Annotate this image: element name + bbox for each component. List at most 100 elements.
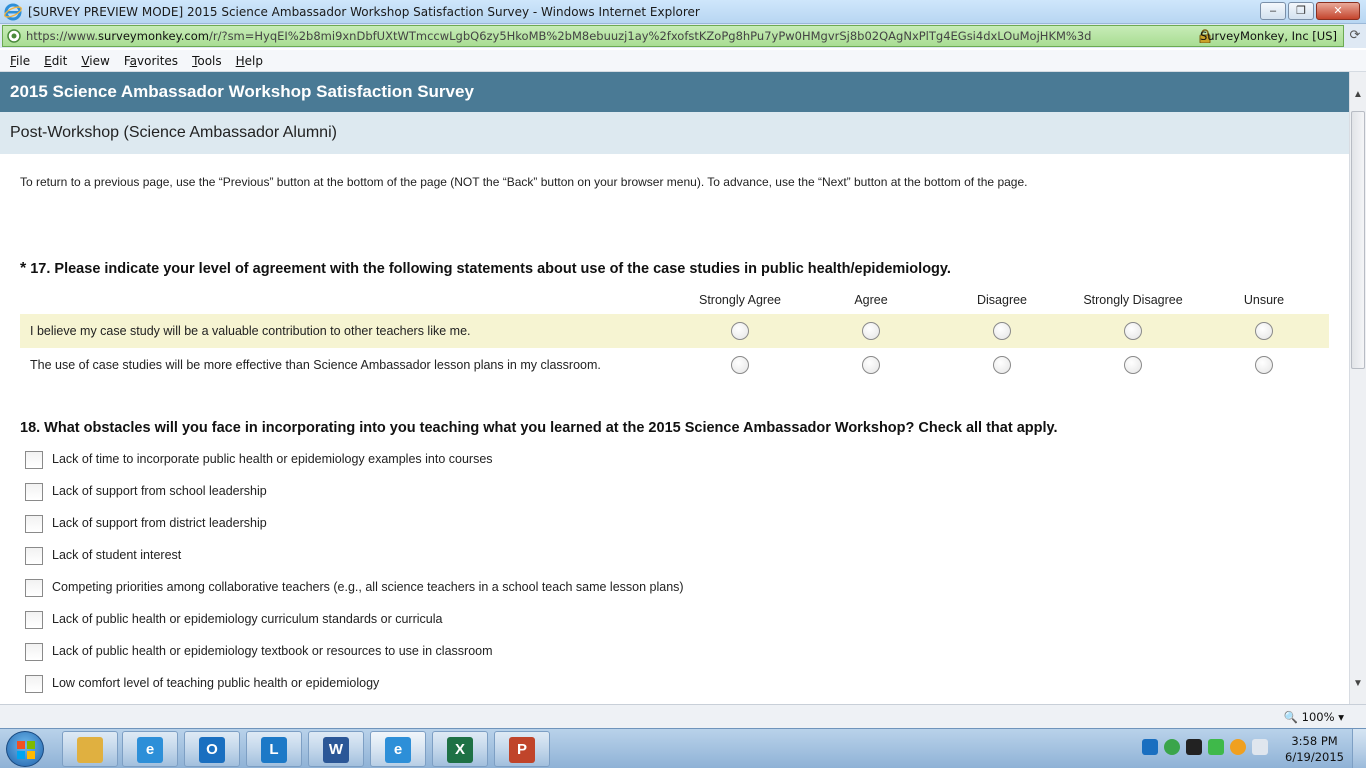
column-strongly-disagree: Strongly Disagree bbox=[1083, 293, 1183, 307]
scroll-down-icon[interactable]: ▼ bbox=[1350, 675, 1366, 692]
checkbox-label[interactable]: Competing priorities among collaborative… bbox=[52, 580, 684, 594]
outlook-icon: O bbox=[199, 737, 225, 763]
taskbar: e O L W e X P 3:58 PM 6/19/2015 bbox=[0, 728, 1366, 768]
column-strongly-agree: Strongly Agree bbox=[699, 293, 781, 307]
window-title: [SURVEY PREVIEW MODE] 2015 Science Ambas… bbox=[28, 4, 700, 19]
checkbox[interactable] bbox=[25, 579, 43, 597]
radio-strongly-agree[interactable] bbox=[731, 322, 749, 340]
page-viewport: 2015 Science Ambassador Workshop Satisfa… bbox=[0, 72, 1349, 704]
checkbox-label[interactable]: Lack of public health or epidemiology cu… bbox=[52, 612, 442, 626]
checkbox[interactable] bbox=[25, 483, 43, 501]
certificate-identity[interactable]: SurveyMonkey, Inc [US] bbox=[1200, 29, 1337, 43]
powerpoint-icon: P bbox=[509, 737, 535, 763]
window-title-bar[interactable]: [SURVEY PREVIEW MODE] 2015 Science Ambas… bbox=[0, 0, 1366, 24]
check-tray-icon[interactable] bbox=[1208, 739, 1224, 755]
checkbox-label[interactable]: Lack of student interest bbox=[52, 548, 181, 562]
menu-edit[interactable]: Edit bbox=[44, 54, 67, 68]
address-bar[interactable]: https://www.surveymonkey.com/r/?sm=HyqEI… bbox=[2, 25, 1344, 47]
taskbar-internet-explorer-active[interactable]: e bbox=[370, 731, 426, 767]
radio-disagree[interactable] bbox=[993, 356, 1011, 374]
taskbar-excel[interactable]: X bbox=[432, 731, 488, 767]
radio-agree[interactable] bbox=[862, 322, 880, 340]
checkbox-label[interactable]: Lack of support from district leadership bbox=[52, 516, 267, 530]
clock-date: 6/19/2015 bbox=[1285, 750, 1344, 764]
checkbox[interactable] bbox=[25, 451, 43, 469]
taskbar-file-explorer[interactable] bbox=[62, 731, 118, 767]
restore-button[interactable]: ❐ bbox=[1288, 2, 1314, 20]
survey-title: 2015 Science Ambassador Workshop Satisfa… bbox=[10, 82, 474, 101]
checkbox-label[interactable]: Lack of support from school leadership bbox=[52, 484, 267, 498]
question-18-title: 18. What obstacles will you face in inco… bbox=[20, 420, 1058, 436]
clock-time: 3:58 PM bbox=[1291, 734, 1338, 748]
internet-explorer-icon: e bbox=[385, 737, 411, 763]
column-unsure: Unsure bbox=[1243, 293, 1285, 307]
taskbar-word[interactable]: W bbox=[308, 731, 364, 767]
folder-icon bbox=[77, 737, 103, 763]
scroll-thumb[interactable] bbox=[1351, 111, 1365, 369]
navigation-instructions: To return to a previous page, use the “P… bbox=[20, 175, 1028, 189]
windows-logo-icon bbox=[17, 741, 35, 759]
column-agree: Agree bbox=[854, 293, 888, 307]
radio-unsure[interactable] bbox=[1255, 356, 1273, 374]
menu-file[interactable]: File bbox=[10, 54, 30, 68]
radio-agree[interactable] bbox=[862, 356, 880, 374]
page-subheader: Post-Workshop (Science Ambassador Alumni… bbox=[0, 112, 1349, 154]
media-tray-icon[interactable] bbox=[1186, 739, 1202, 755]
sync-tray-icon[interactable] bbox=[1164, 739, 1180, 755]
matrix-row: The use of case studies will be more eff… bbox=[20, 348, 1329, 382]
menu-bar: File Edit View Favorites Tools Help bbox=[0, 50, 1366, 72]
word-icon: W bbox=[323, 737, 349, 763]
menu-favorites[interactable]: Favorites bbox=[124, 54, 178, 68]
menu-help[interactable]: Help bbox=[236, 54, 263, 68]
internet-explorer-icon: e bbox=[137, 737, 163, 763]
column-disagree: Disagree bbox=[976, 293, 1028, 307]
page-icon bbox=[7, 29, 21, 43]
matrix-row-label: I believe my case study will be a valuab… bbox=[30, 324, 471, 338]
checkbox[interactable] bbox=[25, 643, 43, 661]
excel-icon: X bbox=[447, 737, 473, 763]
page-title: Post-Workshop (Science Ambassador Alumni… bbox=[10, 124, 337, 141]
lync-icon: L bbox=[261, 737, 287, 763]
volume-tray-icon[interactable] bbox=[1252, 739, 1268, 755]
vertical-scrollbar[interactable]: ▲ ▼ bbox=[1349, 72, 1366, 704]
checkbox[interactable] bbox=[25, 611, 43, 629]
close-button[interactable]: ✕ bbox=[1316, 2, 1360, 20]
outlook-tray-icon[interactable] bbox=[1142, 739, 1158, 755]
show-desktop-button[interactable] bbox=[1352, 729, 1366, 768]
system-tray bbox=[1142, 739, 1268, 755]
minimize-button[interactable]: – bbox=[1260, 2, 1286, 20]
system-clock[interactable]: 3:58 PM 6/19/2015 bbox=[1285, 733, 1344, 765]
checkbox-label[interactable]: Low comfort level of teaching public hea… bbox=[52, 676, 379, 690]
checkbox[interactable] bbox=[25, 515, 43, 533]
address-row: https://www.surveymonkey.com/r/?sm=HyqEI… bbox=[0, 24, 1366, 48]
radio-strongly-disagree[interactable] bbox=[1124, 356, 1142, 374]
url-text[interactable]: https://www.surveymonkey.com/r/?sm=HyqEI… bbox=[26, 29, 1166, 43]
start-button[interactable] bbox=[6, 731, 44, 767]
taskbar-lync[interactable]: L bbox=[246, 731, 302, 767]
menu-tools[interactable]: Tools bbox=[192, 54, 222, 68]
checkbox-label[interactable]: Lack of public health or epidemiology te… bbox=[52, 644, 493, 658]
radio-strongly-disagree[interactable] bbox=[1124, 322, 1142, 340]
survey-header: 2015 Science Ambassador Workshop Satisfa… bbox=[0, 72, 1349, 112]
scroll-up-icon[interactable]: ▲ bbox=[1350, 86, 1366, 103]
matrix-row: I believe my case study will be a valuab… bbox=[20, 314, 1329, 348]
taskbar-outlook[interactable]: O bbox=[184, 731, 240, 767]
checkbox[interactable] bbox=[25, 547, 43, 565]
required-mark: * bbox=[20, 260, 27, 277]
radio-disagree[interactable] bbox=[993, 322, 1011, 340]
refresh-icon[interactable]: ⟳ bbox=[1346, 27, 1364, 45]
question-17-title: * 17. Please indicate your level of agree… bbox=[20, 260, 951, 277]
alert-tray-icon[interactable] bbox=[1230, 739, 1246, 755]
taskbar-powerpoint[interactable]: P bbox=[494, 731, 550, 767]
radio-strongly-agree[interactable] bbox=[731, 356, 749, 374]
internet-explorer-icon bbox=[4, 3, 22, 20]
status-bar: 🔍 100% ▾ bbox=[0, 704, 1366, 728]
zoom-control[interactable]: 🔍 100% ▾ bbox=[1284, 710, 1344, 724]
zoom-icon: 🔍 bbox=[1283, 710, 1299, 724]
taskbar-internet-explorer[interactable]: e bbox=[122, 731, 178, 767]
radio-unsure[interactable] bbox=[1255, 322, 1273, 340]
checkbox[interactable] bbox=[25, 675, 43, 693]
checkbox-label[interactable]: Lack of time to incorporate public healt… bbox=[52, 452, 493, 466]
menu-view[interactable]: View bbox=[81, 54, 109, 68]
matrix-row-label: The use of case studies will be more eff… bbox=[30, 358, 601, 372]
